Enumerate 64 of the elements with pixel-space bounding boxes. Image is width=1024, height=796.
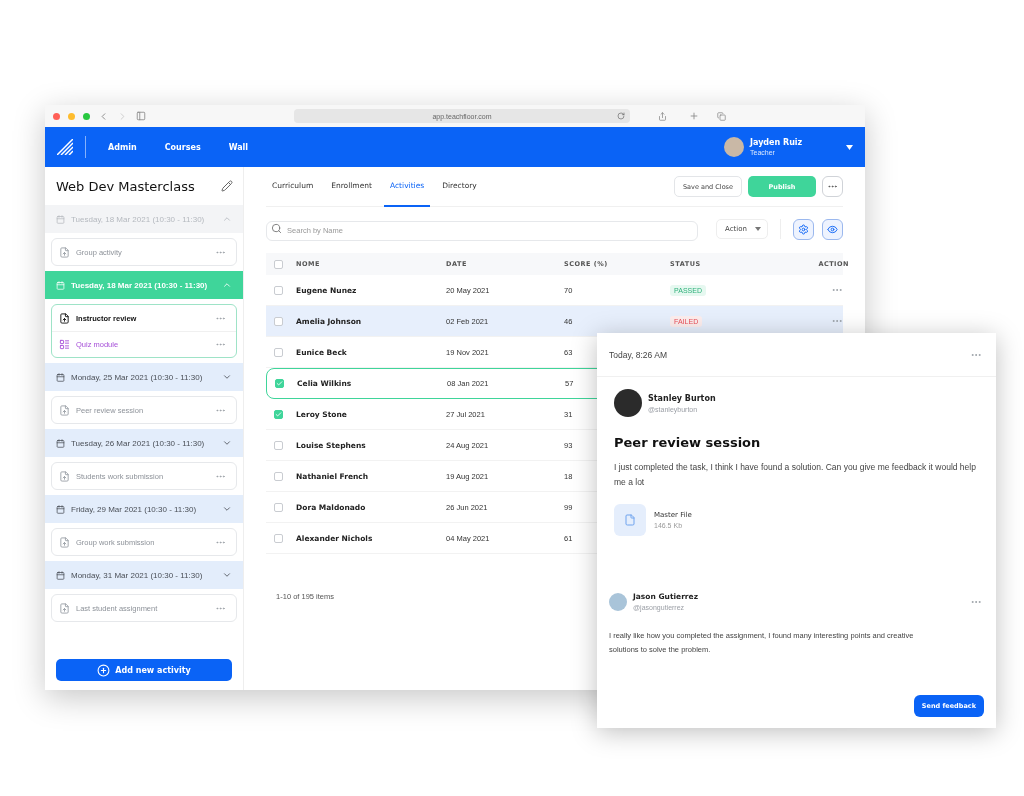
chevron-down-icon[interactable] [222,438,233,448]
maximize-icon[interactable] [83,112,90,120]
chevron-down-icon[interactable] [222,504,233,514]
session-header[interactable]: Monday, 25 Mar 2021 (10:30 - 11:30) [45,363,244,391]
calendar-icon [56,372,65,382]
list-icon [59,339,70,350]
nav-link[interactable]: Admin [108,142,137,152]
file-icon [614,504,646,536]
session-header[interactable]: Monday, 31 Mar 2021 (10:30 - 11:30) [45,561,244,589]
row-checkbox[interactable] [274,533,284,543]
file-upload-icon [59,470,70,482]
file-upload-icon [59,404,70,416]
edit-icon[interactable] [221,180,234,192]
caret-icon [755,227,761,231]
file-upload-icon [59,312,70,324]
row-checkbox[interactable] [274,347,284,357]
chevron-down-icon[interactable] [222,570,233,580]
row-checkbox[interactable] [274,440,284,450]
row-checkbox[interactable] [274,471,284,481]
minimize-icon[interactable] [68,112,75,120]
more-button[interactable] [822,176,843,197]
row-checkbox[interactable] [274,502,284,512]
avatar [724,137,744,157]
add-activity-button[interactable]: Add new activity [56,659,233,681]
row-checkbox[interactable] [274,285,284,295]
file-upload-icon [59,536,70,548]
row-checkbox[interactable] [274,409,284,419]
plus-icon[interactable] [689,111,699,121]
select-all-checkbox[interactable] [274,259,284,269]
calendar-icon [56,280,65,290]
caret-icon[interactable] [846,144,853,150]
row-checkbox[interactable] [275,379,285,388]
session-header[interactable]: Tuesday, 26 Mar 2021 (10:30 - 11:30) [45,429,244,457]
calendar-icon [56,438,65,448]
file-upload-icon [59,602,70,614]
close-icon[interactable] [53,112,60,120]
tabs-icon[interactable] [717,111,726,121]
chevron-down-icon[interactable] [222,372,233,382]
settings-button[interactable] [793,218,814,240]
calendar-icon [56,214,65,224]
view-button[interactable] [822,218,843,240]
course-title: Web Dev Masterclass [56,178,195,194]
settings-icon [798,223,809,235]
chevron-up-icon[interactable] [222,214,233,224]
post-title: Peer review session [614,435,761,450]
row-checkbox[interactable] [274,316,284,326]
plus-circle-icon [97,663,111,677]
calendar-icon [56,504,65,514]
file-upload-icon [59,246,70,258]
chevron-up-icon[interactable] [222,280,233,290]
share-icon[interactable] [658,111,667,121]
post-time: Today, 8:26 AM [609,349,667,360]
user-name: Jayden Ruiz [750,138,804,147]
nav-link[interactable]: Courses [164,142,201,152]
logo-icon [57,139,73,155]
reload-icon[interactable] [617,112,625,120]
session-header[interactable]: Friday, 29 Mar 2021 (10:30 - 11:30) [45,495,244,523]
search-icon [271,223,283,234]
sidebar-icon[interactable] [136,111,146,121]
nav-link[interactable]: Wall [228,142,249,152]
avatar [609,592,627,611]
calendar-icon [56,570,65,580]
avatar [614,389,642,417]
eye-icon [827,223,838,235]
